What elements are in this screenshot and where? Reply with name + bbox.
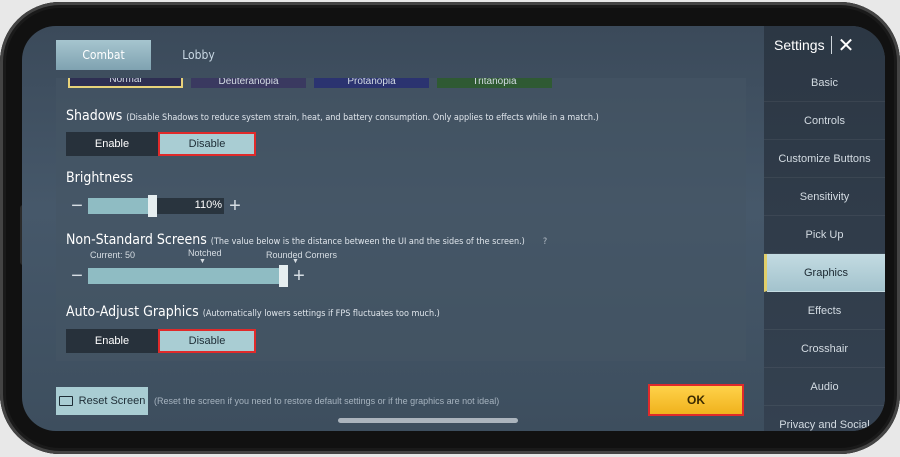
graphics-settings-panel: Normal Deuteranopia Protanopia Tritanopi… <box>56 78 746 361</box>
header-divider <box>830 36 832 54</box>
notched-marker-icon: ▼ <box>199 258 206 265</box>
colorblind-mode-selector: Normal Deuteranopia Protanopia Tritanopi… <box>68 78 552 88</box>
screens-fill <box>88 268 288 284</box>
sidebar-item-graphics[interactable]: Graphics <box>764 254 885 292</box>
shadows-disable-button[interactable]: Disable <box>158 132 256 156</box>
auto-adjust-toggle: Enable Disable <box>66 329 256 353</box>
screens-label: Non-Standard Screens <box>66 232 207 248</box>
settings-sidebar: Settings ✕ Basic Controls Customize Butt… <box>764 26 885 431</box>
screen-icon <box>58 396 73 406</box>
shadows-enable-button[interactable]: Enable <box>66 132 158 156</box>
sidebar-item-controls[interactable]: Controls <box>764 102 885 140</box>
bottom-bar: Reset Screen (Reset the screen if you ne… <box>56 386 499 416</box>
screens-current-label: Current: 50 <box>90 250 136 260</box>
close-icon[interactable]: ✕ <box>838 33 855 58</box>
brightness-minus-button[interactable]: − <box>66 195 88 217</box>
settings-title: Settings <box>774 37 825 53</box>
screens-rounded-label: Rounded Corners <box>266 250 338 260</box>
reset-screen-label: Reset Screen <box>78 395 146 407</box>
sidebar-item-customize-buttons[interactable]: Customize Buttons <box>764 140 885 178</box>
screens-title: Non-Standard Screens (The value below is… <box>66 232 547 248</box>
screens-plus-button[interactable]: + <box>288 265 310 287</box>
shadows-title: Shadows (Disable Shadows to reduce syste… <box>66 108 599 124</box>
shadows-note: (Disable Shadows to reduce system strain… <box>126 113 599 123</box>
auto-adjust-enable-button[interactable]: Enable <box>66 329 158 353</box>
auto-adjust-disable-button[interactable]: Disable <box>158 329 256 353</box>
shadows-toggle: Enable Disable <box>66 132 256 156</box>
reset-screen-note: (Reset the screen if you need to restore… <box>154 396 500 406</box>
auto-adjust-label: Auto-Adjust Graphics <box>66 304 199 320</box>
brightness-plus-button[interactable]: + <box>224 195 246 217</box>
home-indicator <box>338 418 518 423</box>
sidebar-item-crosshair[interactable]: Crosshair <box>764 330 885 368</box>
sidebar-item-effects[interactable]: Effects <box>764 292 885 330</box>
game-screen: Combat Lobby Normal Deuteranopia Protano… <box>22 26 885 431</box>
colorblind-deuteranopia[interactable]: Deuteranopia <box>191 78 306 88</box>
sidebar-item-audio[interactable]: Audio <box>764 368 885 406</box>
brightness-fill <box>88 198 153 214</box>
sidebar-item-basic[interactable]: Basic <box>764 64 885 102</box>
sidebar-header: Settings ✕ <box>764 26 885 64</box>
screens-minus-button[interactable]: − <box>66 265 88 287</box>
brightness-title: Brightness <box>66 170 133 186</box>
brightness-value: 110% <box>194 199 222 211</box>
screens-thumb[interactable] <box>279 265 288 287</box>
sidebar-item-pick-up[interactable]: Pick Up <box>764 216 885 254</box>
sidebar-item-sensitivity[interactable]: Sensitivity <box>764 178 885 216</box>
shadows-label: Shadows <box>66 108 123 124</box>
reset-screen-button[interactable]: Reset Screen <box>56 387 148 415</box>
screens-help-icon[interactable]: ? <box>543 237 547 247</box>
tab-lobby[interactable]: Lobby <box>151 40 246 70</box>
colorblind-protanopia[interactable]: Protanopia <box>314 78 429 88</box>
screens-note: (The value below is the distance between… <box>210 237 525 247</box>
brightness-slider[interactable]: 110% <box>88 195 224 217</box>
screens-notched-label: Notched <box>188 248 222 258</box>
tab-combat[interactable]: Combat <box>56 40 151 70</box>
screens-slider-row: − + <box>66 265 310 287</box>
sidebar-item-privacy-and-social[interactable]: Privacy and Social <box>764 406 885 431</box>
screens-slider[interactable] <box>88 265 288 287</box>
auto-adjust-title: Auto-Adjust Graphics (Automatically lowe… <box>66 304 440 320</box>
colorblind-tritanopia[interactable]: Tritanopia <box>437 78 552 88</box>
rounded-marker-icon: ▼ <box>292 258 299 265</box>
colorblind-normal[interactable]: Normal <box>68 78 183 88</box>
auto-adjust-note: (Automatically lowers settings if FPS fl… <box>202 309 440 319</box>
top-tab-bar: Combat Lobby <box>56 40 246 70</box>
brightness-thumb[interactable] <box>148 195 157 217</box>
brightness-label: Brightness <box>66 170 134 186</box>
ok-button[interactable]: OK <box>648 384 744 416</box>
brightness-slider-row: − 110% + <box>66 195 246 217</box>
